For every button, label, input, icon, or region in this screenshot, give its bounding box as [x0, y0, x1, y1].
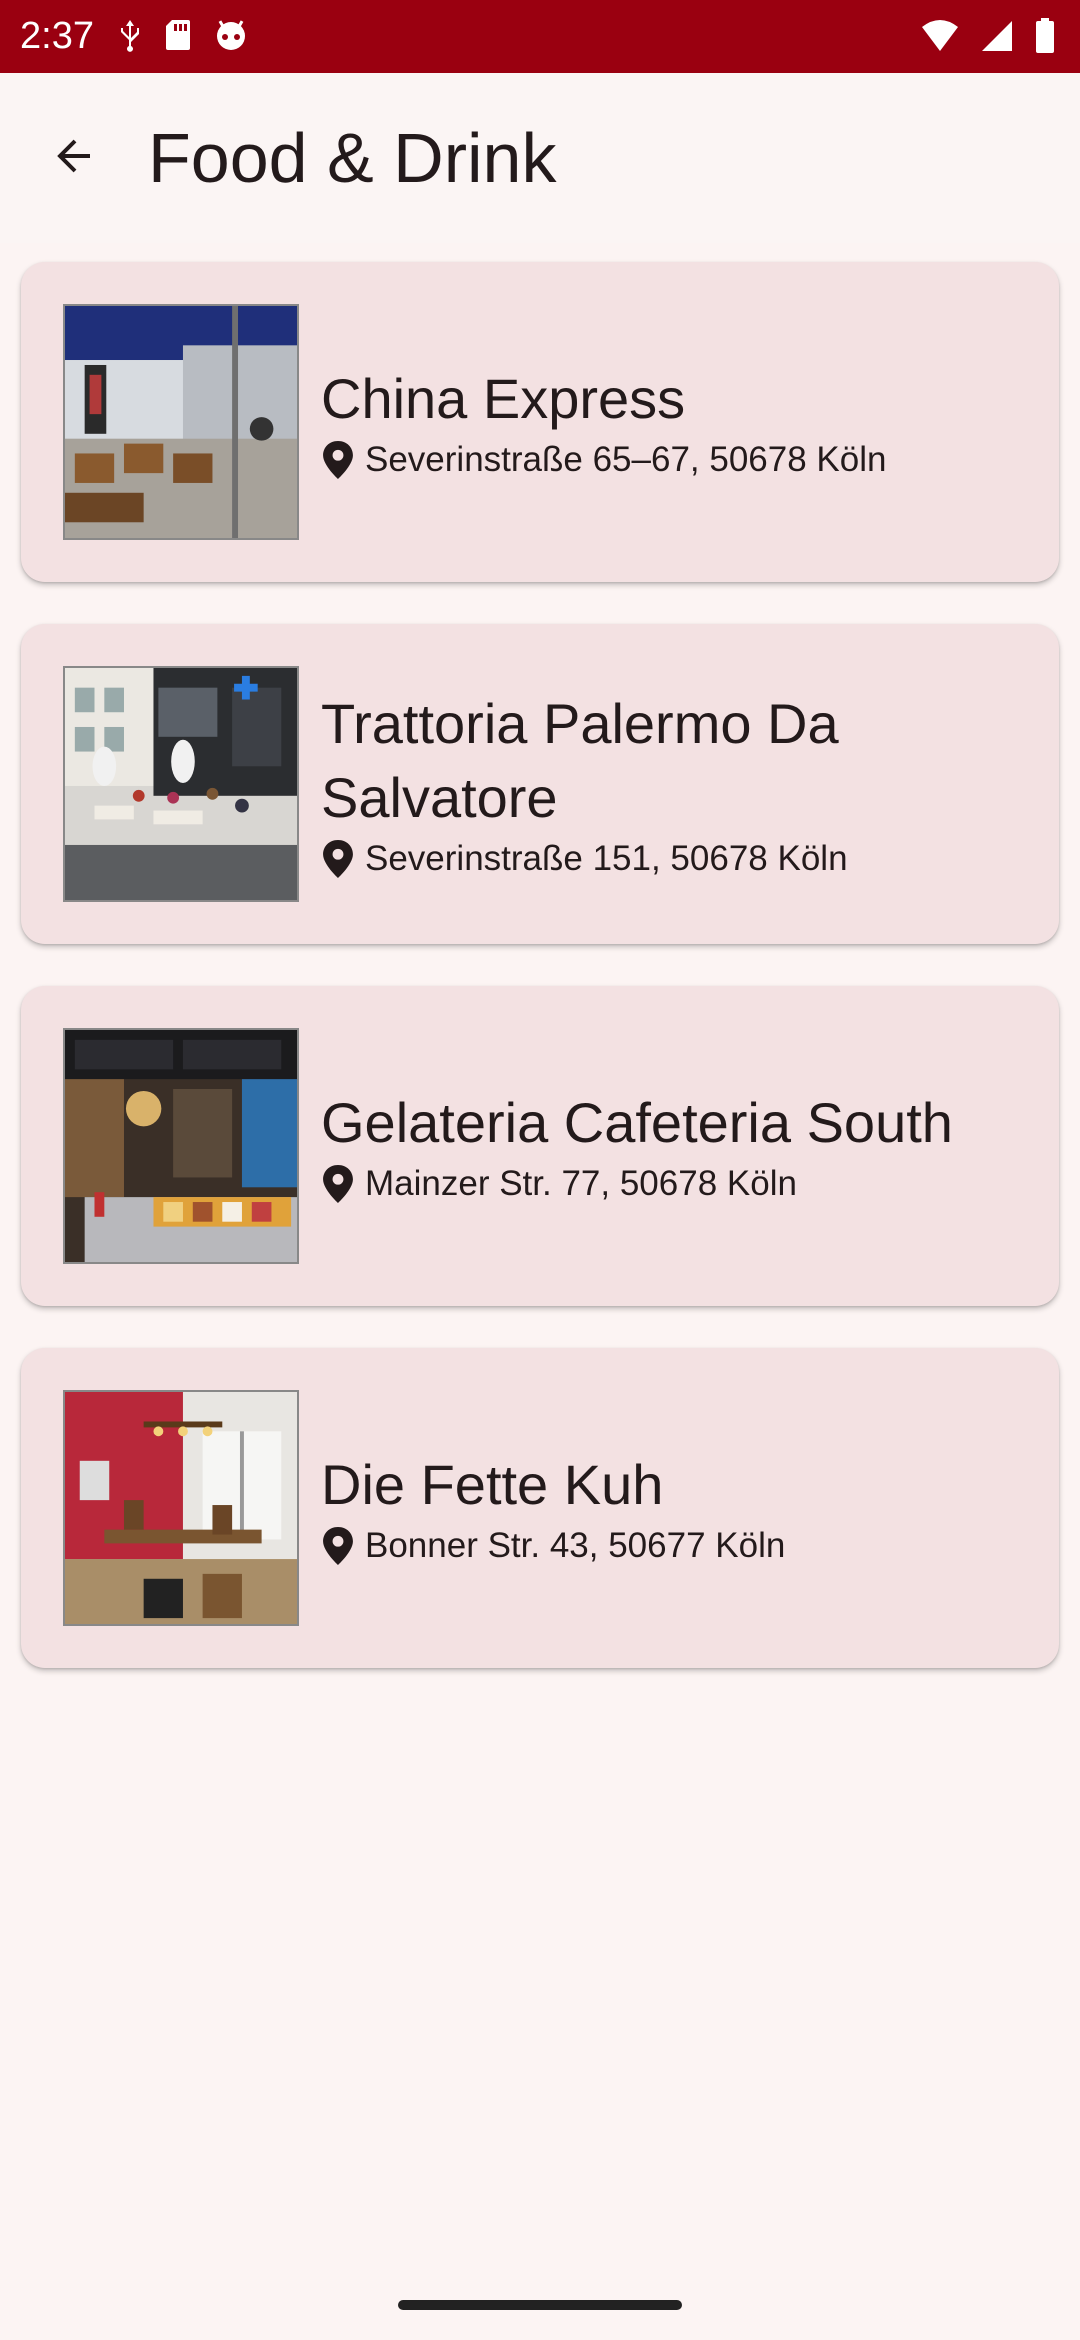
place-address: Mainzer Str. 77, 50678 Köln [321, 1162, 1035, 1206]
card-text: Trattoria Palermo Da Salvatore Severinst… [321, 624, 1035, 944]
place-address: Severinstraße 65–67, 50678 Köln [321, 438, 1035, 482]
status-time: 2:37 [20, 15, 94, 57]
status-right-icons [920, 18, 1056, 54]
location-pin-icon [323, 441, 353, 479]
address-text: Severinstraße 65–67, 50678 Köln [365, 440, 887, 479]
china-express-photo [63, 304, 299, 540]
home-indicator[interactable] [398, 2300, 682, 2310]
place-card-china-express[interactable]: China Express Severinstraße 65–67, 50678… [21, 262, 1059, 582]
sd-card-icon [164, 18, 192, 52]
place-name: Die Fette Kuh [321, 1453, 664, 1516]
place-card-trattoria-palermo[interactable]: Trattoria Palermo Da Salvatore Severinst… [21, 624, 1059, 944]
cell-signal-icon [980, 19, 1014, 53]
status-left-icons [118, 18, 248, 52]
place-list: China Express Severinstraße 65–67, 50678… [21, 262, 1059, 1710]
place-card-gelateria-cafeteria-south[interactable]: Gelateria Cafeteria South Mainzer Str. 7… [21, 986, 1059, 1306]
die-fette-kuh-photo [63, 1390, 299, 1626]
trattoria-palermo-photo [63, 666, 299, 902]
back-button[interactable] [34, 118, 114, 198]
app-bar: Food & Drink [0, 73, 1080, 243]
gelateria-photo [63, 1028, 299, 1264]
place-name: Trattoria Palermo Da Salvatore [321, 692, 839, 829]
place-card-die-fette-kuh[interactable]: Die Fette Kuh Bonner Str. 43, 50677 Köln [21, 1348, 1059, 1668]
location-pin-icon [323, 1527, 353, 1565]
card-text: China Express Severinstraße 65–67, 50678… [321, 262, 1035, 582]
location-pin-icon [323, 840, 353, 878]
location-pin-icon [323, 1165, 353, 1203]
address-text: Mainzer Str. 77, 50678 Köln [365, 1164, 797, 1203]
place-address: Bonner Str. 43, 50677 Köln [321, 1524, 1035, 1568]
battery-icon [1034, 18, 1056, 54]
card-text: Die Fette Kuh Bonner Str. 43, 50677 Köln [321, 1348, 1035, 1668]
address-text: Severinstraße 151, 50678 Köln [365, 839, 848, 878]
place-address: Severinstraße 151, 50678 Köln [321, 837, 1035, 881]
place-name: Gelateria Cafeteria South [321, 1091, 953, 1154]
address-text: Bonner Str. 43, 50677 Köln [365, 1526, 786, 1565]
usb-debug-icon [118, 18, 142, 52]
arrow-back-icon [50, 132, 98, 185]
place-name: China Express [321, 367, 686, 430]
page-title: Food & Drink [148, 119, 557, 197]
android-icon [214, 18, 248, 52]
wifi-icon [920, 19, 960, 53]
card-text: Gelateria Cafeteria South Mainzer Str. 7… [321, 986, 1035, 1306]
status-bar: 2:37 [0, 0, 1080, 73]
